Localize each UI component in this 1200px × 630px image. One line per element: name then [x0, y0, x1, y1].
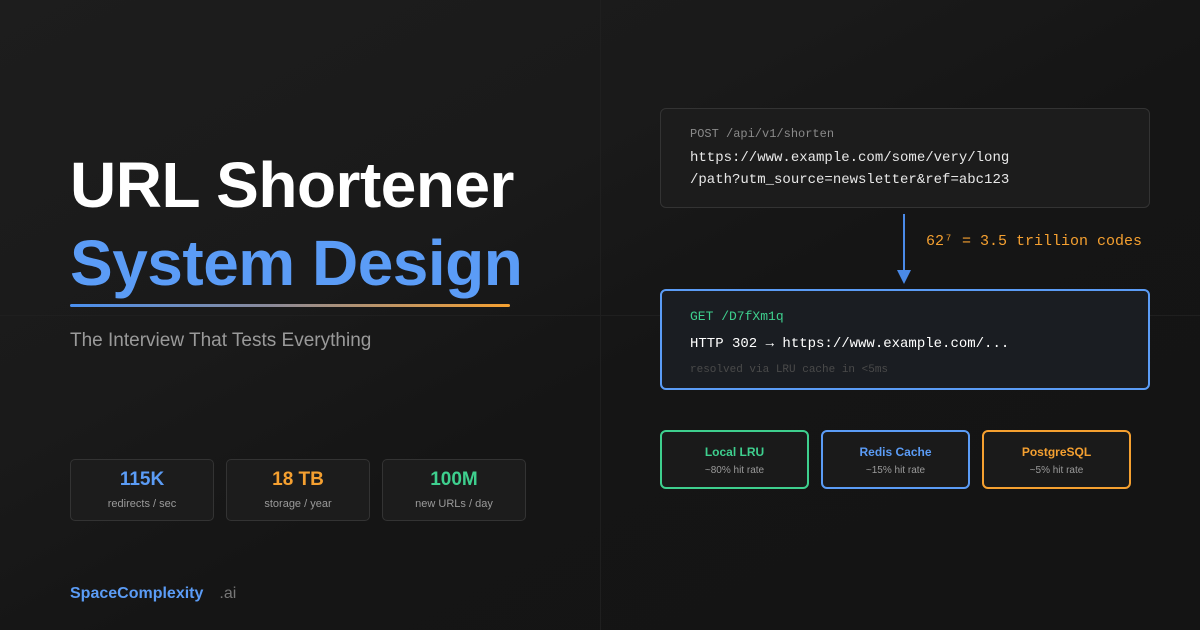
cache-rate: ~80% hit rate: [704, 465, 765, 476]
request-method: POST /api/v1/shorten: [690, 127, 835, 141]
stat-card-redirects: 115K redirects / sec: [70, 459, 214, 521]
request-url-line-1: https://www.example.com/some/very/long: [690, 150, 1010, 166]
arrow-down-icon: [897, 270, 911, 284]
request-card: POST /api/v1/shorten https://www.example…: [660, 108, 1150, 208]
cache-tier-redis: Redis Cache ~15% hit rate: [821, 430, 970, 489]
page-title: URL Shortener System Design: [70, 146, 523, 302]
brand-logo[interactable]: SpaceComplexity .ai: [70, 585, 236, 603]
response-http: HTTP 302 → https://www.example.com/...: [690, 336, 1010, 352]
cache-tiers: Local LRU ~80% hit rate Redis Cache ~15%…: [660, 430, 1131, 489]
flow-arrow-line: [903, 214, 905, 272]
stats-row: 115K redirects / sec 18 TB storage / yea…: [70, 459, 526, 521]
stat-label: storage / year: [264, 498, 332, 510]
stat-label: redirects / sec: [107, 498, 177, 510]
cache-rate: ~5% hit rate: [1029, 465, 1084, 476]
request-url: https://www.example.com/some/very/long /…: [690, 147, 1120, 191]
response-get: GET /D7fXm1q: [690, 309, 784, 324]
brand-name: SpaceComplexity: [70, 585, 204, 602]
title-line-2: System Design: [70, 227, 523, 299]
title-underline: [70, 304, 510, 307]
stat-value: 115K: [119, 469, 165, 490]
cache-rate: ~15% hit rate: [865, 465, 926, 476]
cache-tier-postgresql: PostgreSQL ~5% hit rate: [982, 430, 1131, 489]
response-note: resolved via LRU cache in <5ms: [690, 364, 889, 376]
stat-card-new-urls: 100M new URLs / day: [382, 459, 526, 521]
cache-name: Redis Cache: [859, 445, 932, 459]
stat-value: 100M: [430, 469, 478, 490]
stat-value: 18 TB: [272, 469, 324, 490]
stat-card-storage: 18 TB storage / year: [226, 459, 370, 521]
cache-name: PostgreSQL: [1021, 445, 1092, 459]
subtitle: The Interview That Tests Everything: [70, 330, 372, 351]
cache-name: Local LRU: [704, 445, 765, 459]
response-card: GET /D7fXm1q HTTP 302 → https://www.exam…: [660, 289, 1150, 390]
cache-tier-local-lru: Local LRU ~80% hit rate: [660, 430, 809, 489]
brand-suffix: .ai: [219, 585, 237, 602]
request-url-line-2: /path?utm_source=newsletter&ref=abc123: [690, 172, 1010, 188]
arrow-note: 62⁷ = 3.5 trillion codes: [926, 233, 1143, 250]
stat-label: new URLs / day: [415, 498, 493, 510]
title-line-1: URL Shortener: [70, 149, 514, 221]
